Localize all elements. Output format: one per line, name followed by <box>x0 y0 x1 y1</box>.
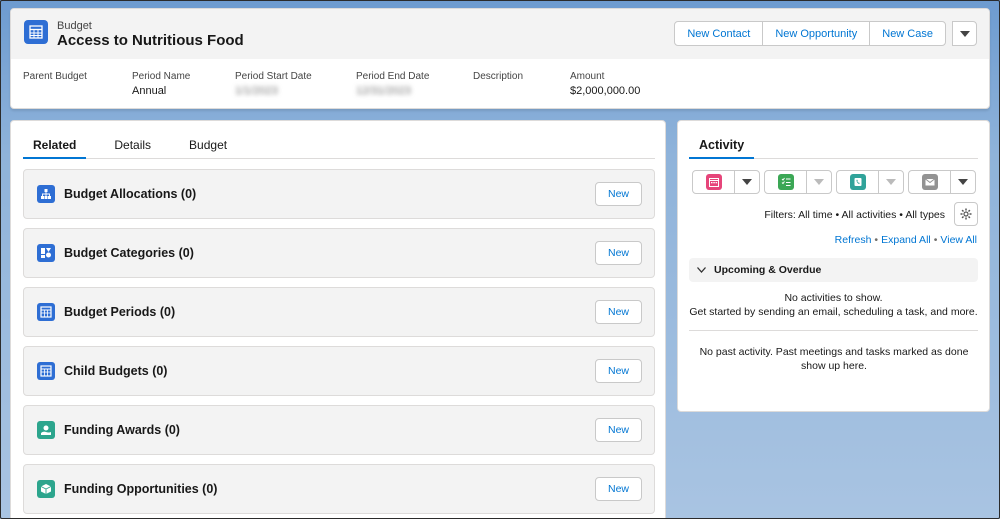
record-header: Budget Access to Nutritious Food New Con… <box>10 8 990 109</box>
object-type-label: Budget <box>57 20 92 32</box>
field-period-start-date: Period Start Date 1/1/2023 <box>235 71 312 97</box>
activity-panel: Activity Filters: All time • All activit… <box>677 120 990 412</box>
hierarchy-icon <box>37 185 55 203</box>
upcoming-overdue-section[interactable]: Upcoming & Overdue <box>689 258 978 282</box>
task-dropdown[interactable] <box>807 171 831 193</box>
field-period-name: Period Name Annual <box>132 71 191 97</box>
activity-tabs: Activity <box>689 131 978 159</box>
related-list-funding-awards: Funding Awards (0) New <box>23 405 655 455</box>
main-content-card: Related Details Budget Budget Allocation… <box>10 120 666 519</box>
activity-links: Refresh • Expand All • View All <box>835 234 977 246</box>
calendar-icon <box>705 174 722 190</box>
divider <box>689 330 978 331</box>
new-task-publisher <box>764 170 832 194</box>
new-opportunity-button[interactable]: New Opportunity <box>762 21 871 46</box>
new-event-publisher <box>692 170 760 194</box>
new-email-button[interactable] <box>909 171 951 193</box>
chevron-down-icon <box>886 179 896 185</box>
view-all-link[interactable]: View All <box>940 234 977 246</box>
tab-details[interactable]: Details <box>104 131 161 159</box>
call-dropdown[interactable] <box>879 171 903 193</box>
new-case-button[interactable]: New Case <box>869 21 946 46</box>
chevron-down-icon <box>958 179 968 185</box>
activity-publishers <box>692 170 980 194</box>
tab-related[interactable]: Related <box>23 131 87 159</box>
chevron-down-icon <box>814 179 824 185</box>
expand-all-link[interactable]: Expand All <box>881 234 931 246</box>
new-funding-opportunity-button[interactable]: New <box>595 477 642 501</box>
field-description: Description <box>473 71 524 82</box>
more-actions-button[interactable] <box>952 21 977 46</box>
new-budget-allocation-button[interactable]: New <box>595 182 642 206</box>
record-title: Access to Nutritious Food <box>57 32 244 49</box>
related-list-budget-categories: Budget Categories (0) New <box>23 228 655 278</box>
new-task-button[interactable] <box>765 171 807 193</box>
budget-object-icon <box>24 20 48 44</box>
record-tabs: Related Details Budget <box>23 131 655 159</box>
related-list-funding-opportunities: Funding Opportunities (0) New <box>23 464 655 514</box>
refresh-link[interactable]: Refresh <box>835 234 872 246</box>
new-child-budget-button[interactable]: New <box>595 359 642 383</box>
new-budget-category-button[interactable]: New <box>595 241 642 265</box>
new-budget-period-button[interactable]: New <box>595 300 642 324</box>
header-actions: New Contact New Opportunity New Case <box>674 21 977 46</box>
tab-activity[interactable]: Activity <box>689 131 755 159</box>
chevron-down-icon <box>742 179 752 185</box>
tab-budget[interactable]: Budget <box>179 131 237 159</box>
header-top: Budget Access to Nutritious Food New Con… <box>11 9 989 59</box>
email-dropdown[interactable] <box>951 171 975 193</box>
field-parent-budget: Parent Budget <box>23 71 87 82</box>
no-activities-message: No activities to show. Get started by se… <box>689 292 978 318</box>
separator: • <box>933 234 938 246</box>
log-call-publisher <box>836 170 904 194</box>
task-list-icon <box>777 174 794 190</box>
category-icon <box>37 244 55 262</box>
phone-icon <box>849 174 866 190</box>
related-list-budget-periods: Budget Periods (0) New <box>23 287 655 337</box>
related-list-budget-allocations: Budget Allocations (0) New <box>23 169 655 219</box>
separator: • <box>874 234 879 246</box>
new-contact-button[interactable]: New Contact <box>674 21 764 46</box>
field-period-end-date: Period End Date 12/31/2023 <box>356 71 430 97</box>
filter-settings-button[interactable] <box>954 202 978 226</box>
no-past-activity-message: No past activity. Past meetings and task… <box>699 346 969 372</box>
chevron-down-icon <box>959 30 970 37</box>
email-icon <box>921 174 938 190</box>
table-icon <box>37 303 55 321</box>
new-funding-award-button[interactable]: New <box>595 418 642 442</box>
related-list-title[interactable]: Budget Categories (0) <box>64 246 194 260</box>
email-publisher <box>908 170 976 194</box>
event-dropdown[interactable] <box>735 171 759 193</box>
upcoming-overdue-label: Upcoming & Overdue <box>714 264 822 276</box>
related-list-title[interactable]: Budget Periods (0) <box>64 305 175 319</box>
gear-icon <box>960 208 972 220</box>
field-amount: Amount $2,000,000.00 <box>570 71 641 97</box>
related-list-title[interactable]: Child Budgets (0) <box>64 364 167 378</box>
award-icon <box>37 421 55 439</box>
cube-icon <box>37 480 55 498</box>
related-list-title[interactable]: Funding Awards (0) <box>64 423 180 437</box>
chevron-down-icon <box>697 264 706 276</box>
highlight-fields: Parent Budget Period Name Annual Period … <box>11 59 989 97</box>
activity-filters-text: Filters: All time • All activities • All… <box>764 209 945 221</box>
related-list-child-budgets: Child Budgets (0) New <box>23 346 655 396</box>
table-icon <box>37 362 55 380</box>
new-event-button[interactable] <box>693 171 735 193</box>
related-list-title[interactable]: Budget Allocations (0) <box>64 187 196 201</box>
related-lists: Budget Allocations (0) New Budget Catego… <box>23 169 655 519</box>
related-list-title[interactable]: Funding Opportunities (0) <box>64 482 217 496</box>
log-call-button[interactable] <box>837 171 879 193</box>
